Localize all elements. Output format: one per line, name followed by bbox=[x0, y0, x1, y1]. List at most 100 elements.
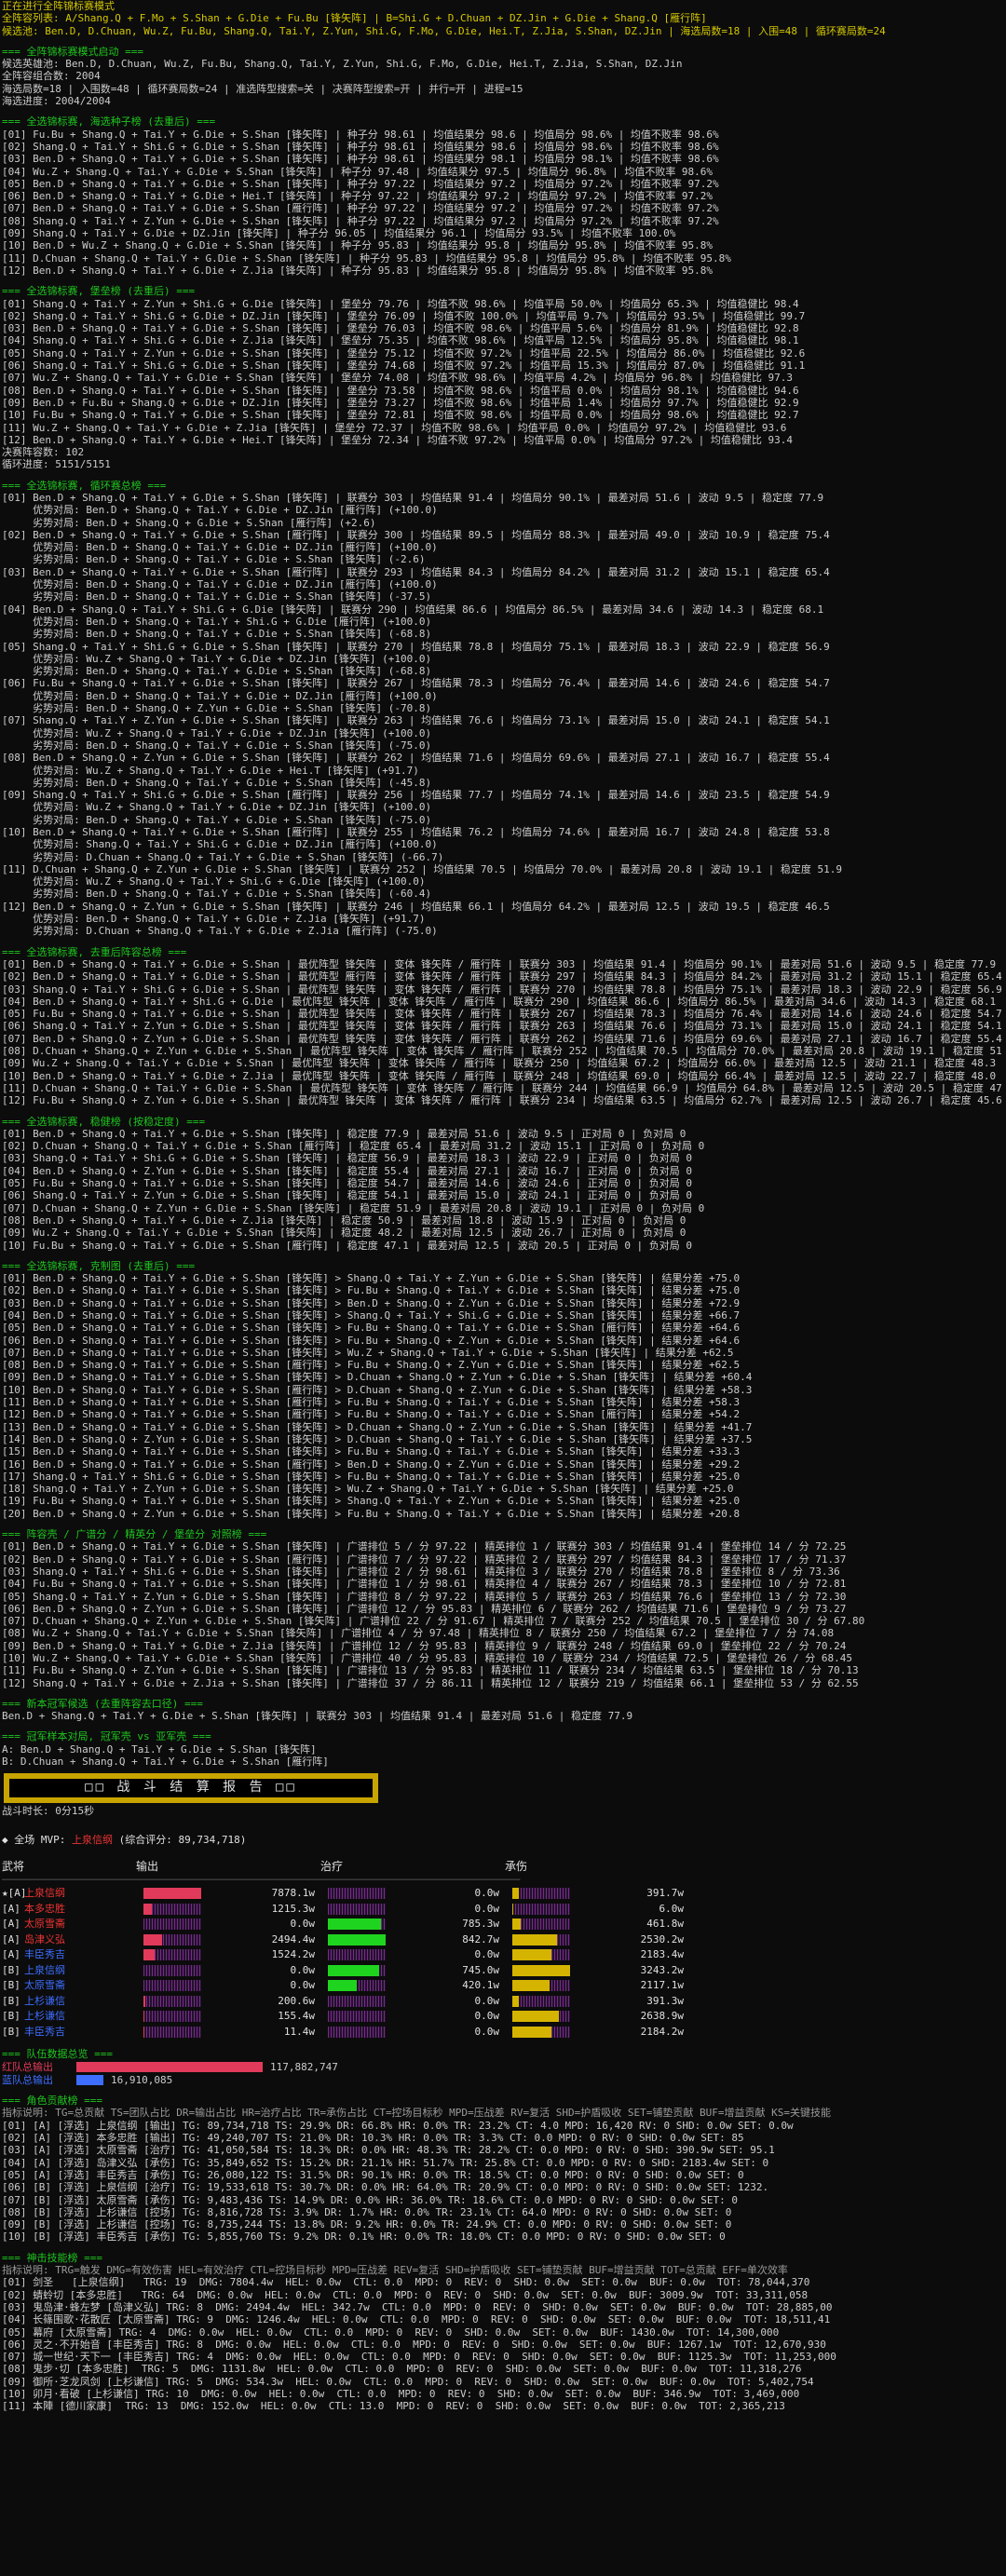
team-title: === 队伍数据总览 === bbox=[2, 2047, 113, 2060]
output-bar-fill bbox=[143, 2026, 144, 2038]
general-name: 太原雪斋 bbox=[24, 1979, 65, 1992]
table-row: [08] 鬼步·切 [本多忠胜] TRG: 5 DMG: 1131.8w HEL… bbox=[2, 2363, 802, 2376]
table-row: [04] Ben.D + Shang.Q + Tai.Y + G.Die + S… bbox=[2, 1308, 741, 1322]
table-row: [10] Ben.D + Shang.Q + Tai.Y + G.Die + S… bbox=[2, 1383, 753, 1396]
table-row: [02] Ben.D + Shang.Q + Tai.Y + G.Die + S… bbox=[2, 970, 1002, 983]
table-row: [11] 本陣 [德川家康] TRG: 13 DMG: 152.0w HEL: … bbox=[2, 2400, 785, 2413]
team-tag: [B] bbox=[2, 1963, 20, 1976]
tank-cell: 2184.2w bbox=[512, 2026, 689, 2039]
table-row: [12] Ben.D + Shang.Q + Tai.Y + G.Die + H… bbox=[2, 433, 794, 446]
table-row: 优势对局: Wu.Z + Shang.Q + Tai.Y + Shi.G + G… bbox=[2, 875, 426, 888]
table-row: [03] Shang.Q + Tai.Y + Shi.G + G.Die + S… bbox=[2, 983, 1002, 996]
table-row: [02] Shang.Q + Tai.Y + Shi.G + G.Die + S… bbox=[2, 140, 719, 153]
table-row: [03] Ben.D + Shang.Q + Tai.Y + G.Die + S… bbox=[2, 565, 830, 578]
sample-line: B: D.Chuan + Shang.Q + Tai.Y + G.Die + S… bbox=[2, 1756, 329, 1769]
output-bar-fill bbox=[143, 1995, 145, 2007]
heal-bar-fill bbox=[328, 1918, 381, 1931]
tank-value: 391.3w bbox=[646, 1994, 684, 2007]
team-total-row: 蓝队总输出 16,910,085 bbox=[2, 2073, 1004, 2086]
tank-cell: 3243.2w bbox=[512, 1964, 689, 1977]
table-row: [12] Shang.Q + Tai.Y + G.Die + Z.Jia + S… bbox=[2, 1676, 859, 1689]
table-row: [06] Shang.Q + Tai.Y + Z.Yun + G.Die + S… bbox=[2, 1189, 693, 1202]
header-line: 正在进行全阵锦标赛模式 bbox=[2, 0, 115, 12]
team-tag: [B] bbox=[2, 1994, 20, 2007]
tank-bar-track bbox=[512, 1903, 570, 1915]
table-row: [08] Ben.D + Shang.Q + Tai.Y + G.Die + Z… bbox=[2, 1213, 687, 1227]
table-row: 劣势对局: Ben.D + Shang.Q + Tai.Y + G.Die + … bbox=[2, 553, 426, 566]
heal-cell: 0.0w bbox=[328, 1903, 505, 1916]
table-row: [15] Ben.D + Shang.Q + Tai.Y + G.Die + S… bbox=[2, 1445, 741, 1458]
table-row: [03] 鬼岛津·蜂左梦 [岛津义弘] TRG: 8 DMG: 2494.4w … bbox=[2, 2300, 833, 2313]
table-row: [10] Ben.D + Shang.Q + Tai.Y + G.Die + Z… bbox=[2, 1069, 997, 1082]
col-output: 输出 bbox=[136, 1860, 159, 1874]
rr-title: === 全选锦标赛, 循环赛总榜 === bbox=[2, 479, 167, 492]
footer-line: 循环进度: 5151/5151 bbox=[2, 458, 111, 471]
team-value: 16,910,085 bbox=[111, 2073, 173, 2086]
table-row: [03] Ben.D + Shang.Q + Tai.Y + G.Die + S… bbox=[2, 153, 719, 166]
table-row: 劣势对局: D.Chuan + Shang.Q + Tai.Y + G.Die … bbox=[2, 850, 444, 863]
champ-line: Ben.D + Shang.Q + Tai.Y + G.Die + S.Shan… bbox=[2, 1710, 633, 1723]
table-row: [16] Ben.D + Shang.Q + Tai.Y + G.Die + S… bbox=[2, 1457, 741, 1471]
general-name: 上泉信纲 bbox=[24, 1887, 65, 1900]
output-cell: 1524.2w bbox=[143, 1948, 320, 1961]
team-tag: [A] bbox=[2, 1948, 20, 1961]
table-row: [08] [B] [浮选] 上杉谦信 [控场] TG: 8,816,728 TS… bbox=[2, 2205, 732, 2218]
table-row: [09] [B] [浮选] 上杉谦信 [控场] TG: 8,735,244 TS… bbox=[2, 2218, 732, 2231]
table-row: [01] Shang.Q + Tai.Y + Z.Yun + Shi.G + G… bbox=[2, 297, 799, 310]
table-row: [01] Ben.D + Shang.Q + Tai.Y + G.Die + S… bbox=[2, 491, 824, 504]
output-value: 1215.3w bbox=[271, 1902, 315, 1915]
team-tag: [B] bbox=[2, 2010, 20, 2023]
table-row: [10] Ben.D + Shang.Q + Tai.Y + G.Die + S… bbox=[2, 826, 830, 838]
tank-value: 391.7w bbox=[646, 1887, 684, 1900]
mvp-prefix: ◆ 全场 MVP: bbox=[2, 1833, 72, 1846]
tank-bar-fill bbox=[512, 1964, 570, 1976]
table-row: [06] Fu.Bu + Shang.Q + Tai.Y + G.Die + S… bbox=[2, 677, 830, 690]
table-row: [08] Shang.Q + Tai.Y + Z.Yun + G.Die + S… bbox=[2, 214, 719, 227]
footer-line: 决赛阵容数: 102 bbox=[2, 446, 85, 459]
battle-table: ★[A] 上泉信纲 7878.1w 0.0w 391.7w [A] 本多忠胜 1215.3w… bbox=[2, 1886, 1004, 2040]
champ-title: === 新本冠军候选 (去重阵容去口径) === bbox=[2, 1697, 203, 1710]
team-bar bbox=[76, 2074, 103, 2085]
tank-cell: 2530.2w bbox=[512, 1933, 689, 1946]
table-row: [13] Ben.D + Shang.Q + Tai.Y + G.Die + S… bbox=[2, 1420, 753, 1433]
output-value: 2494.4w bbox=[271, 1932, 315, 1946]
table-row: [02] 蜻蛉切 [本多忠胜] TRG: 64 DMG: 0.0w HEL: 0… bbox=[2, 2288, 809, 2301]
table-row: 优势对局: Shang.Q + Tai.Y + Shi.G + G.Die + … bbox=[2, 838, 438, 851]
table-row: [02] Ben.D + Shang.Q + Tai.Y + G.Die + S… bbox=[2, 1284, 741, 1297]
tank-cell: 2117.1w bbox=[512, 1979, 689, 1992]
battle-header: 武将 输出 治疗 承伤 bbox=[2, 1860, 1004, 1874]
tank-value: 6.0w bbox=[659, 1902, 685, 1915]
general-name: 太原雪斋 bbox=[24, 1918, 65, 1931]
table-row: 优势对局: Wu.Z + Shang.Q + Tai.Y + G.Die + D… bbox=[2, 801, 432, 814]
role-legend: 指标说明: TG=总贡献 TS=团队占比 DR=输出占比 HR=治疗占比 TR=… bbox=[2, 2107, 831, 2120]
battle-row: [B] 丰臣秀吉 11.4w 0.0w 2184.2w bbox=[2, 2024, 1004, 2040]
battle-row: [A] 丰臣秀吉 1524.2w 0.0w 2183.4w bbox=[2, 1947, 1004, 1963]
tank-value: 2530.2w bbox=[640, 1932, 684, 1946]
col-tank: 承伤 bbox=[505, 1860, 528, 1874]
general-name: 上杉谦信 bbox=[24, 2010, 65, 2023]
table-row: [09] Shang.Q + Tai.Y + Shi.G + G.Die + S… bbox=[2, 789, 830, 802]
output-cell: 0.0w bbox=[143, 1964, 320, 1977]
table-row: [08] Ben.D + Shang.Q + Tai.Y + G.Die + S… bbox=[2, 1359, 741, 1372]
table-row: [10] Ben.D + Wu.Z + Shang.Q + G.Die + S.… bbox=[2, 239, 714, 252]
general-name: 丰臣秀吉 bbox=[24, 2025, 65, 2038]
table-row: [10] Fu.Bu + Shang.Q + Tai.Y + G.Die + S… bbox=[2, 1239, 693, 1252]
table-row: [02] D.Chuan + Shang.Q + Tai.Y + G.Die +… bbox=[2, 1140, 705, 1153]
table-row: [12] Ben.D + Shang.Q + Z.Yun + G.Die + S… bbox=[2, 900, 830, 913]
output-cell: 155.4w bbox=[143, 2010, 320, 2023]
start-line: 候选英雄池: Ben.D, D.Chuan, Wu.Z, Fu.Bu, Shan… bbox=[2, 58, 683, 71]
table-row: 优势对局: Ben.D + Shang.Q + Tai.Y + G.Die + … bbox=[2, 913, 426, 926]
output-cell: 7878.1w bbox=[143, 1887, 320, 1900]
table-row: [03] Shang.Q + Tai.Y + Shi.G + G.Die + S… bbox=[2, 1152, 693, 1165]
fort-footer: 决赛阵容数: 102 循环进度: 5151/5151 bbox=[2, 446, 1004, 471]
table-row: [04] Wu.Z + Shang.Q + Tai.Y + G.Die + S.… bbox=[2, 165, 714, 178]
tank-value: 2183.4w bbox=[640, 1948, 684, 1961]
tank-bar-fill bbox=[512, 1933, 557, 1946]
table-row: [05] Ben.D + Shang.Q + Tai.Y + G.Die + S… bbox=[2, 1322, 741, 1335]
table-row: [09] Ben.D + Shang.Q + Tai.Y + G.Die + Z… bbox=[2, 1639, 847, 1652]
output-value: 7878.1w bbox=[271, 1887, 315, 1900]
battle-row: [B] 上杉谦信 200.6w 0.0w 391.3w bbox=[2, 1993, 1004, 2009]
team-label: 蓝队总输出 bbox=[2, 2073, 53, 2086]
output-value: 1524.2w bbox=[271, 1948, 315, 1961]
team-label: 红队总输出 bbox=[2, 2060, 53, 2073]
